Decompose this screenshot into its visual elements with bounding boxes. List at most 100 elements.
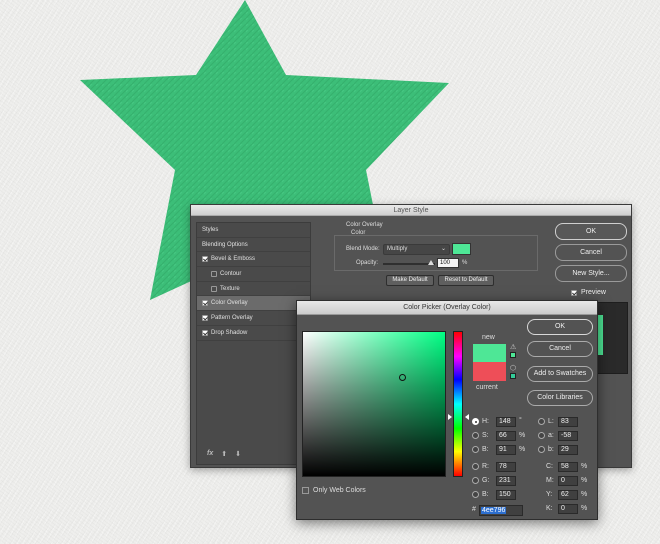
style-label: Styles — [202, 226, 219, 233]
panel-group-title: Color Overlay — [346, 222, 383, 228]
style-label: Contour — [220, 270, 242, 277]
yellow-unit: % — [581, 491, 588, 498]
current-label: current — [476, 384, 498, 391]
red-radio[interactable] — [472, 463, 479, 470]
current-color-swatch[interactable] — [473, 362, 506, 381]
brightness-radio[interactable] — [472, 446, 479, 453]
style-item-styles[interactable]: Styles — [197, 223, 310, 238]
style-label: Bevel & Emboss — [211, 256, 256, 263]
style-item-blending-options[interactable]: Blending Options — [197, 238, 310, 253]
lab-b-input[interactable]: 29 — [558, 445, 578, 455]
reset-default-button[interactable]: Reset to Default — [438, 275, 494, 286]
black-unit: % — [581, 505, 588, 512]
add-to-swatches-button[interactable]: Add to Swatches — [527, 366, 593, 382]
lab-a-input[interactable]: -58 — [558, 431, 578, 441]
preview-checkbox[interactable]: Preview — [571, 289, 606, 296]
bevel-checkbox[interactable] — [202, 256, 208, 263]
magenta-label: M: — [546, 477, 554, 484]
layer-style-ok-button[interactable]: OK — [555, 223, 627, 240]
pattern-overlay-checkbox[interactable] — [202, 314, 208, 321]
cyan-input[interactable]: 58 — [558, 462, 578, 472]
chevron-down-icon: ⌄ — [440, 246, 446, 252]
texture-checkbox[interactable] — [211, 285, 217, 292]
gamut-swatch[interactable] — [510, 352, 516, 358]
color-libraries-button[interactable]: Color Libraries — [527, 390, 593, 406]
style-label: Pattern Overlay — [211, 314, 253, 321]
lab-b-radio[interactable] — [538, 446, 545, 453]
color-picker-title: Color Picker (Overlay Color) — [297, 301, 597, 315]
color-field-marker[interactable] — [399, 374, 406, 381]
black-label: K: — [546, 505, 553, 512]
drop-shadow-checkbox[interactable] — [202, 329, 208, 336]
saturation-input[interactable]: 66 — [496, 431, 516, 441]
green-radio[interactable] — [472, 477, 479, 484]
black-input[interactable]: 0 — [558, 504, 578, 514]
lab-l-radio[interactable] — [538, 418, 545, 425]
blend-mode-label: Blend Mode: — [346, 246, 380, 252]
opacity-slider-thumb[interactable] — [428, 260, 434, 265]
blend-mode-select[interactable]: Multiply ⌄ — [383, 244, 450, 255]
styles-footer: fx ⬆ ⬇ — [207, 450, 241, 458]
overlay-color-swatch[interactable] — [452, 243, 471, 255]
move-down-icon[interactable]: ⬇ — [235, 450, 241, 458]
styles-list: Styles Blending Options Bevel & Emboss C… — [196, 222, 311, 465]
preview-check-box[interactable] — [571, 289, 577, 296]
lab-l-input[interactable]: 83 — [558, 417, 578, 427]
blue-input[interactable]: 150 — [496, 490, 516, 500]
style-item-contour[interactable]: Contour — [197, 267, 310, 282]
only-web-colors-box[interactable] — [302, 487, 309, 494]
style-label: Blending Options — [202, 241, 248, 248]
style-label: Texture — [220, 285, 240, 292]
gamut-warning-icon[interactable]: ⚠ — [510, 343, 516, 351]
saturation-brightness-field[interactable] — [302, 331, 446, 477]
red-input[interactable]: 78 — [496, 462, 516, 472]
blue-label: B: — [482, 491, 489, 498]
style-item-color-overlay[interactable]: Color Overlay — [197, 296, 310, 312]
picker-ok-button[interactable]: OK — [527, 319, 593, 335]
hue-arrow-right[interactable] — [465, 414, 469, 420]
hex-value: 4ee796 — [481, 507, 507, 514]
style-item-bevel-emboss[interactable]: Bevel & Emboss — [197, 252, 310, 268]
green-input[interactable]: 231 — [496, 476, 516, 486]
layer-style-cancel-button[interactable]: Cancel — [555, 244, 627, 261]
make-default-button[interactable]: Make Default — [386, 275, 434, 286]
yellow-label: Y: — [546, 491, 553, 498]
hue-arrow-left[interactable] — [448, 414, 452, 420]
saturation-unit: % — [519, 432, 526, 439]
fx-icon[interactable]: fx — [207, 450, 213, 458]
red-label: R: — [482, 463, 489, 470]
contour-checkbox[interactable] — [211, 270, 217, 277]
saturation-radio[interactable] — [472, 432, 479, 439]
style-preview — [596, 302, 628, 374]
hue-slider[interactable] — [453, 331, 463, 477]
hex-input[interactable]: 4ee796 — [479, 505, 523, 516]
blue-radio[interactable] — [472, 491, 479, 498]
yellow-input[interactable]: 62 — [558, 490, 578, 500]
style-item-pattern-overlay[interactable]: Pattern Overlay — [197, 311, 310, 326]
style-item-drop-shadow[interactable]: Drop Shadow — [197, 326, 310, 341]
hue-radio[interactable] — [472, 418, 479, 425]
color-overlay-panel: Color Overlay Color Blend Mode: Multiply… — [326, 220, 538, 286]
web-safe-cube-icon[interactable]: ⬡ — [510, 364, 516, 372]
style-item-texture[interactable]: Texture — [197, 282, 310, 297]
hue-input[interactable]: 148 — [496, 417, 516, 427]
opacity-unit: % — [462, 260, 468, 266]
move-up-icon[interactable]: ⬆ — [221, 450, 227, 458]
new-style-button[interactable]: New Style... — [555, 265, 627, 282]
opacity-label: Opacity: — [356, 260, 379, 266]
green-label: G: — [482, 477, 490, 484]
only-web-colors-checkbox[interactable]: Only Web Colors — [302, 487, 366, 494]
lab-a-radio[interactable] — [538, 432, 545, 439]
picker-cancel-button[interactable]: Cancel — [527, 341, 593, 357]
magenta-unit: % — [581, 477, 588, 484]
hue-unit: ° — [519, 417, 522, 424]
color-picker-dialog: Color Picker (Overlay Color) new current… — [296, 300, 598, 520]
cyan-label: C: — [546, 463, 553, 470]
opacity-input[interactable]: 100 — [437, 258, 459, 268]
blend-mode-value: Multiply — [387, 246, 408, 252]
brightness-input[interactable]: 91 — [496, 445, 516, 455]
cyan-unit: % — [581, 463, 588, 470]
magenta-input[interactable]: 0 — [558, 476, 578, 486]
color-overlay-checkbox[interactable] — [202, 300, 208, 307]
web-safe-swatch[interactable] — [510, 373, 516, 379]
